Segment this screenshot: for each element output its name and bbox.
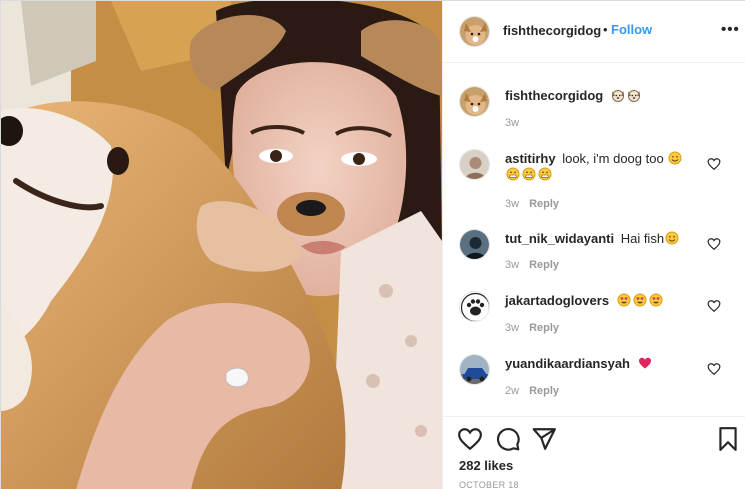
- comment-username[interactable]: yuandikaardiansyah: [505, 356, 630, 371]
- smiling-face-emoji-icon: [665, 231, 679, 245]
- author-username[interactable]: fishthecorgidog: [503, 23, 601, 38]
- reply-button[interactable]: Reply: [529, 322, 559, 334]
- corgi-avatar-icon: [460, 87, 489, 116]
- bookmark-icon[interactable]: [715, 426, 741, 452]
- comment-username[interactable]: astitirhy: [505, 151, 556, 166]
- post-photo[interactable]: [1, 1, 442, 489]
- smiling-face-emoji-icon: [668, 151, 682, 165]
- like-comment-heart-icon[interactable]: [707, 237, 721, 251]
- commenter-avatar[interactable]: [459, 354, 490, 385]
- heart-eyes-emoji-icon: [633, 293, 647, 307]
- commenter-avatar[interactable]: [459, 291, 490, 322]
- comment-meta: 3w Reply: [505, 259, 559, 271]
- caption-author-avatar[interactable]: [459, 86, 490, 117]
- comment-body: look, i'm doog too: [562, 151, 664, 166]
- comment-username[interactable]: tut_nik_widayanti: [505, 231, 614, 246]
- comment-time: 3w: [505, 259, 520, 271]
- dog-face-emoji-icon: [611, 90, 624, 102]
- commenter-avatar[interactable]: [459, 229, 490, 260]
- grimacing-face-emoji-icon: [522, 167, 536, 181]
- comment-username[interactable]: jakartadoglovers: [505, 293, 609, 308]
- share-icon[interactable]: [531, 426, 557, 452]
- more-options-button[interactable]: •••: [721, 21, 740, 38]
- comments-list[interactable]: fishthecorgidog 3w astitirhy look, i'm d…: [443, 64, 745, 416]
- post-side-panel: fishthecorgidog • Follow ••• fishthecorg…: [442, 1, 745, 489]
- like-comment-heart-icon[interactable]: [707, 362, 721, 376]
- comment-body: Hai fish: [620, 231, 665, 246]
- instagram-post: fishthecorgidog • Follow ••• fishthecorg…: [0, 0, 745, 489]
- like-count[interactable]: 282 likes: [459, 458, 513, 473]
- caption-text: fishthecorgidog: [505, 88, 705, 104]
- caption-time: 3w: [505, 117, 520, 129]
- grimacing-face-emoji-icon: [506, 167, 520, 181]
- reply-button[interactable]: Reply: [529, 385, 559, 397]
- like-comment-heart-icon[interactable]: [707, 299, 721, 313]
- post-actions: 282 likes OCTOBER 18: [443, 416, 745, 489]
- comment-text: tut_nik_widayanti Hai fish: [505, 231, 705, 247]
- paw-avatar-icon: [460, 292, 489, 321]
- like-comment-heart-icon[interactable]: [707, 157, 721, 171]
- heart-eyes-emoji-icon: [649, 293, 663, 307]
- commenter-avatar[interactable]: [459, 149, 490, 180]
- user-avatar-icon: [460, 230, 489, 259]
- comment-meta: 3w Reply: [505, 198, 559, 210]
- follow-button[interactable]: Follow: [611, 22, 652, 37]
- caption-meta: 3w: [505, 117, 519, 129]
- corgi-avatar-icon: [460, 17, 489, 46]
- comment-time: 2w: [505, 385, 520, 397]
- comment-text: astitirhy look, i'm doog too: [505, 151, 705, 183]
- car-avatar-icon: [460, 355, 489, 384]
- comment-meta: 2w Reply: [505, 385, 559, 397]
- reply-button[interactable]: Reply: [529, 198, 559, 210]
- heart-icon[interactable]: [457, 426, 483, 452]
- comment-meta: 3w Reply: [505, 322, 559, 334]
- header-separator: •: [603, 22, 608, 37]
- post-header: fishthecorgidog • Follow •••: [443, 1, 745, 63]
- heart-eyes-emoji-icon: [617, 293, 631, 307]
- user-avatar-icon: [460, 150, 489, 179]
- red-heart-emoji-icon: [638, 357, 651, 369]
- author-avatar[interactable]: [459, 16, 490, 47]
- comment-icon[interactable]: [495, 426, 521, 452]
- grimacing-face-emoji-icon: [538, 167, 552, 181]
- reply-button[interactable]: Reply: [529, 259, 559, 271]
- caption-username[interactable]: fishthecorgidog: [505, 88, 603, 103]
- comment-text: jakartadoglovers: [505, 293, 705, 309]
- comment-time: 3w: [505, 322, 520, 334]
- post-date: OCTOBER 18: [459, 480, 519, 489]
- comment-time: 3w: [505, 198, 520, 210]
- dog-face-emoji-icon: [627, 90, 640, 102]
- comment-text: yuandikaardiansyah: [505, 356, 705, 372]
